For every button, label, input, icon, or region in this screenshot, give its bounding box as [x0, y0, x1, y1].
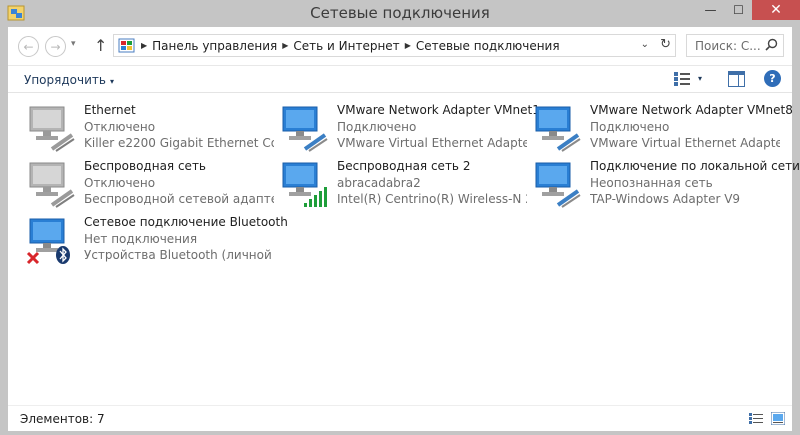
search-icon[interactable]	[765, 38, 778, 51]
connection-name: VMware Network Adapter VMnet8	[590, 103, 793, 117]
network-adapter-icon	[535, 162, 581, 208]
explorer-window: Сетевые подключения — ☐ ✕ ← → ▾ ↑ ▶ Пане…	[0, 0, 800, 435]
connection-name: Беспроводная сеть 2	[337, 159, 471, 173]
connections-list: Ethernet Отключено Killer e2200 Gigabit …	[8, 93, 800, 405]
connection-status: Отключено	[84, 176, 156, 190]
connection-item-wireless-2[interactable]: Беспроводная сеть 2 abracadabra2 Intel(R…	[275, 157, 527, 209]
connection-status: Подключено	[590, 120, 670, 134]
connection-status: abracadabra2	[337, 176, 421, 190]
view-options-chevron-icon[interactable]: ▾	[698, 74, 702, 83]
item-count: Элементов: 7	[20, 412, 105, 426]
preview-pane-button[interactable]	[728, 71, 745, 87]
connection-adapter: Killer e2200 Gigabit Ethernet Cont...	[84, 136, 274, 150]
connection-adapter: VMware Virtual Ethernet Adapter ...	[590, 136, 780, 150]
wireless-adapter-icon	[29, 162, 75, 208]
minimize-button[interactable]: —	[697, 0, 724, 20]
large-icons-view-icon[interactable]	[771, 412, 785, 425]
forward-button[interactable]: →	[45, 36, 66, 57]
organize-label: Упорядочить	[24, 73, 106, 87]
connection-item-wireless[interactable]: Беспроводная сеть Отключено Беспроводной…	[22, 157, 274, 209]
window-title: Сетевые подключения	[310, 4, 490, 22]
network-adapter-icon	[535, 106, 581, 152]
connection-name: VMware Network Adapter VMnet1	[337, 103, 540, 117]
wireless-signal-icon	[282, 162, 327, 207]
bluetooth-adapter-icon	[26, 218, 70, 265]
back-button[interactable]: ←	[18, 36, 39, 57]
details-view-icon[interactable]	[749, 412, 763, 425]
connection-adapter: Intel(R) Centrino(R) Wireless-N 22...	[337, 192, 527, 206]
connection-adapter: TAP-Windows Adapter V9	[590, 192, 741, 206]
breadcrumb-separator: ▶	[141, 41, 148, 50]
control-panel-icon	[118, 38, 135, 52]
connection-name: Ethernet	[84, 103, 136, 117]
connection-item-vmnet1[interactable]: VMware Network Adapter VMnet1 Подключено…	[275, 101, 540, 153]
connection-name: Беспроводная сеть	[84, 159, 207, 173]
address-dropdown-icon[interactable]: ⌄	[641, 39, 649, 50]
connection-item-ethernet[interactable]: Ethernet Отключено Killer e2200 Gigabit …	[22, 101, 274, 153]
preview-pane-icon	[729, 72, 744, 86]
connection-item-local-area[interactable]: Подключение по локальной сети Неопознанн…	[528, 157, 800, 209]
help-button[interactable]: ?	[764, 70, 781, 87]
status-bar: Элементов: 7	[8, 405, 792, 431]
organize-menu[interactable]: Упорядочить ▾	[24, 73, 114, 87]
connection-name: Подключение по локальной сети	[590, 159, 800, 173]
search-box[interactable]: Поиск: С...	[686, 34, 784, 57]
connection-item-bluetooth[interactable]: Сетевое подключение Bluetooth Нет подклю…	[22, 213, 288, 265]
connection-status: Отключено	[84, 120, 156, 134]
connection-status: Неопознанная сеть	[590, 176, 713, 190]
breadcrumb-network-internet[interactable]: Сеть и Интернет	[293, 39, 399, 53]
change-view-icon[interactable]	[674, 72, 690, 86]
search-input[interactable]: Поиск: С...	[695, 39, 761, 53]
network-adapter-icon	[29, 106, 75, 152]
up-button[interactable]: ↑	[94, 36, 107, 55]
breadcrumb-control-panel[interactable]: Панель управления	[152, 39, 277, 53]
breadcrumb-separator[interactable]: ▶	[282, 41, 288, 50]
refresh-icon[interactable]: ↻	[660, 37, 671, 52]
connection-name: Сетевое подключение Bluetooth	[84, 215, 288, 229]
close-button[interactable]: ✕	[752, 0, 800, 20]
breadcrumb-network-connections[interactable]: Сетевые подключения	[416, 39, 560, 53]
connection-adapter: VMware Virtual Ethernet Adapter ...	[337, 136, 527, 150]
chevron-down-icon: ▾	[109, 77, 114, 86]
connection-adapter: Устройства Bluetooth (личной с...	[84, 248, 274, 262]
network-adapter-icon	[282, 106, 328, 152]
address-bar[interactable]: ▶ Панель управления ▶ Сеть и Интернет ▶ …	[113, 34, 676, 57]
recent-locations-dropdown[interactable]: ▾	[71, 39, 76, 49]
maximize-button[interactable]: ☐	[725, 0, 752, 20]
connection-adapter: Беспроводной сетевой адаптер ...	[84, 192, 274, 206]
breadcrumb-separator[interactable]: ▶	[405, 41, 411, 50]
connection-status: Подключено	[337, 120, 417, 134]
connection-status: Нет подключения	[84, 232, 198, 246]
command-bar: Упорядочить ▾ ▾ ?	[8, 65, 792, 93]
connection-item-vmnet8[interactable]: VMware Network Adapter VMnet8 Подключено…	[528, 101, 793, 153]
navigation-bar: ← → ▾ ↑ ▶ Панель управления ▶ Сеть и Инт…	[8, 27, 792, 65]
title-bar[interactable]: Сетевые подключения — ☐ ✕	[0, 0, 800, 27]
